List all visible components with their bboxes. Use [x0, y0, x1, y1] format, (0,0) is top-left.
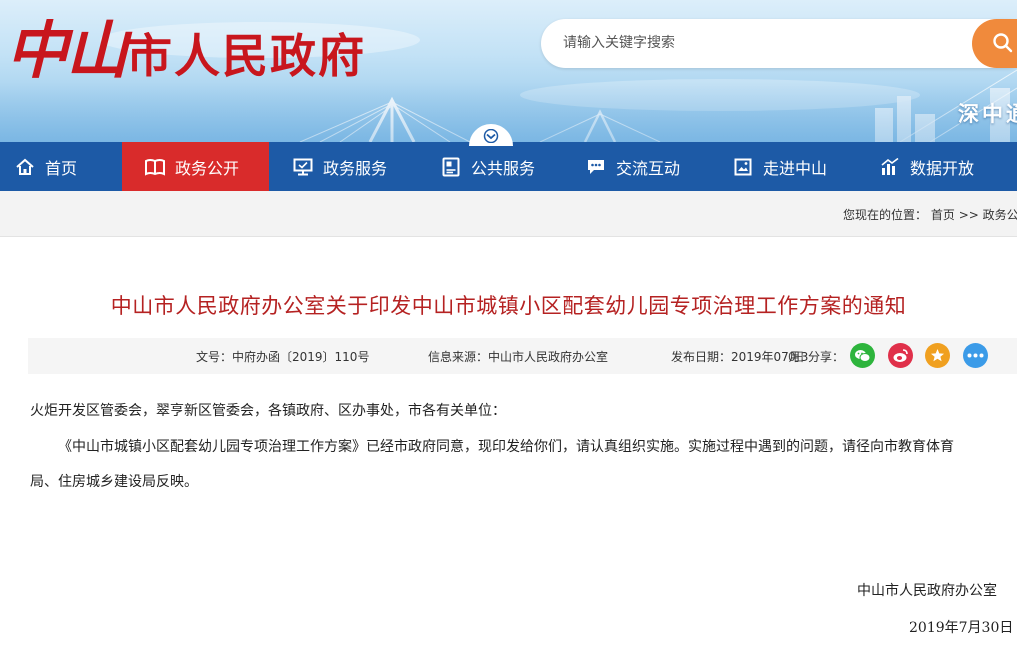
favorite-icon[interactable]	[925, 343, 950, 368]
search-input[interactable]	[563, 31, 943, 55]
nav-item-public-services[interactable]: 公共服务	[440, 142, 535, 191]
article-meta-bar: 文号：中府办函〔2019〕110号 信息来源：中山市人民政府办公室 发布日期：2…	[28, 338, 1017, 374]
site-title: 中山市人民政府	[6, 6, 366, 96]
breadcrumb: 您现在的位置： 首页 >> 政务公	[843, 206, 1017, 223]
more-icon[interactable]	[963, 343, 988, 368]
info-source: 信息来源：中山市人民政府办公室	[428, 350, 609, 364]
banner-slogan: 深中通	[958, 102, 1017, 126]
share-label: 分享：	[808, 350, 845, 364]
location-bar: 您现在的位置： 首页 >> 政务公	[0, 191, 1017, 237]
nav-item-government-affairs[interactable]: 政务公开	[122, 142, 269, 191]
bar-chart-icon	[879, 156, 901, 178]
search-button[interactable]	[972, 19, 1017, 68]
nav-item-interaction[interactable]: 交流互动	[585, 142, 680, 191]
search-icon	[993, 33, 1013, 53]
breadcrumb-separator: >>	[958, 208, 979, 222]
main-nav: 首页 政务公开 政务服务 公共服务 交流互动 走进中山 数据开放	[0, 142, 1017, 191]
nav-label-government-affairs: 政务公开	[175, 158, 240, 178]
signature-organization: 中山市人民政府办公室	[857, 583, 997, 599]
nav-item-open-data[interactable]: 数据开放	[879, 142, 974, 191]
nav-label-about-zhongshan: 走进中山	[763, 158, 828, 178]
article-paragraph-line-1: 《中山市城镇小区配套幼儿园专项治理工作方案》已经市政府同意，现印发给你们，请认真…	[58, 439, 954, 455]
search-box	[541, 19, 1017, 68]
signature-date: 2019年7月30日	[909, 620, 1014, 636]
doc-number: 文号：中府办函〔2019〕110号	[196, 350, 370, 364]
article-paragraph-line-2: 局、住房城乡建设局反映。	[30, 474, 198, 490]
breadcrumb-prefix: 您现在的位置：	[843, 208, 928, 222]
image-icon	[732, 156, 754, 178]
article-salutation: 火炬开发区管委会，翠亨新区管委会，各镇政府、区办事处，市各有关单位：	[30, 403, 506, 419]
site-title-first: 中山	[6, 14, 128, 87]
nav-label-open-data: 数据开放	[910, 158, 975, 178]
chat-icon	[585, 156, 607, 178]
wechat-icon[interactable]	[850, 343, 875, 368]
breadcrumb-home-link[interactable]: 首页	[931, 208, 955, 222]
nav-item-home[interactable]: 首页	[14, 142, 77, 191]
monitor-icon	[292, 156, 314, 178]
nav-item-government-services[interactable]: 政务服务	[292, 142, 387, 191]
nav-label-interaction: 交流互动	[616, 158, 681, 178]
header-banner: 中山市人民政府 深中通	[0, 0, 1017, 142]
book-icon	[144, 156, 166, 178]
chevron-down-icon	[483, 129, 499, 143]
nav-label-public-services: 公共服务	[471, 158, 536, 178]
id-card-icon	[440, 156, 462, 178]
article-title: 中山市人民政府办公室关于印发中山市城镇小区配套幼儿园专项治理工作方案的通知	[110, 294, 907, 318]
share-overlap-text: 0日	[788, 350, 805, 364]
nav-label-home: 首页	[45, 158, 78, 178]
weibo-icon[interactable]	[888, 343, 913, 368]
site-title-rest: 市人民政府	[126, 29, 367, 83]
home-icon	[14, 156, 36, 178]
nav-item-about-zhongshan[interactable]: 走进中山	[732, 142, 827, 191]
breadcrumb-current-link[interactable]: 政务公	[983, 208, 1017, 222]
nav-label-government-services: 政务服务	[323, 158, 388, 178]
